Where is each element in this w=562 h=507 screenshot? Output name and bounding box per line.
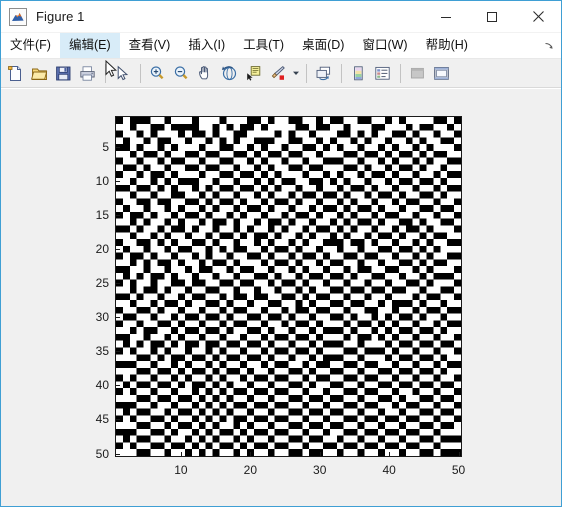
y-tick-label: 5 xyxy=(102,139,109,154)
random-binary-image xyxy=(116,117,461,456)
menu-edit[interactable]: 编辑(E) xyxy=(59,33,120,58)
x-tick-label: 30 xyxy=(313,463,327,477)
y-tick-label: 50 xyxy=(95,446,109,461)
save-figure-icon[interactable] xyxy=(52,62,75,85)
status-bar xyxy=(1,502,561,506)
y-tick-mark xyxy=(115,419,120,420)
toolbar-separator xyxy=(341,63,342,83)
y-tick-mark xyxy=(115,147,120,148)
brush-icon[interactable] xyxy=(266,62,289,85)
print-figure-icon[interactable] xyxy=(76,62,99,85)
rotate-3d-icon[interactable] xyxy=(218,62,241,85)
y-tick-label: 45 xyxy=(95,412,109,427)
colorbar-icon[interactable] xyxy=(347,62,370,85)
minimize-button[interactable] xyxy=(423,1,469,32)
new-figure-icon[interactable] xyxy=(4,62,27,85)
menu-bar: 文件(F) 编辑(E) 查看(V) 插入(I) 工具(T) 桌面(D) 窗口(W… xyxy=(1,33,561,59)
figure-canvas[interactable]: 5 10 15 20 25 30 35 40 45 50 10 20 30 40 50 xyxy=(1,88,561,506)
pan-icon[interactable] xyxy=(194,62,217,85)
y-tick-mark xyxy=(115,317,120,318)
y-tick-label: 30 xyxy=(95,310,109,325)
x-tick-mark xyxy=(181,452,182,457)
window-controls xyxy=(423,1,561,32)
toolbar-separator xyxy=(140,63,141,83)
y-tick-label: 20 xyxy=(95,241,109,256)
x-tick-label: 50 xyxy=(451,463,466,477)
y-tick-mark xyxy=(115,351,120,352)
y-tick-label: 15 xyxy=(95,207,109,222)
figure-palette-icon[interactable] xyxy=(430,62,453,85)
menu-overflow-arrow-icon[interactable] xyxy=(537,33,561,58)
plot-browser-icon[interactable] xyxy=(406,62,429,85)
legend-icon[interactable] xyxy=(371,62,394,85)
x-tick-mark xyxy=(459,452,460,457)
menu-desktop[interactable]: 桌面(D) xyxy=(293,33,353,58)
toolbar xyxy=(1,59,561,88)
x-tick-mark xyxy=(320,452,321,457)
maximize-button[interactable] xyxy=(469,1,515,32)
x-tick-mark xyxy=(389,452,390,457)
close-button[interactable] xyxy=(515,1,561,32)
y-tick-mark xyxy=(115,454,120,455)
y-tick-mark xyxy=(115,215,120,216)
menu-insert[interactable]: 插入(I) xyxy=(179,33,234,58)
y-tick-label: 10 xyxy=(95,173,109,188)
x-axis-tick-labels: 10 20 30 40 50 xyxy=(115,463,466,481)
data-cursor-icon[interactable] xyxy=(242,62,265,85)
zoom-out-icon[interactable] xyxy=(170,62,193,85)
x-tick-label: 20 xyxy=(243,463,258,477)
window-title: Figure 1 xyxy=(36,9,85,24)
brush-color-chevron-down-icon[interactable] xyxy=(290,62,301,85)
toolbar-separator xyxy=(400,63,401,83)
y-tick-label: 25 xyxy=(95,276,109,291)
y-tick-mark xyxy=(115,249,120,250)
menu-file[interactable]: 文件(F) xyxy=(1,33,60,58)
zoom-in-icon[interactable] xyxy=(146,62,169,85)
link-plot-icon[interactable] xyxy=(312,62,335,85)
y-tick-mark xyxy=(115,181,120,182)
menu-help[interactable]: 帮助(H) xyxy=(417,33,477,58)
matlab-figure-window: Figure 1 文件(F) 编辑(E) 查看(V) 插入(I) 工具(T) 桌… xyxy=(0,0,562,507)
x-tick-label: 10 xyxy=(174,463,188,477)
menu-tools[interactable]: 工具(T) xyxy=(234,33,293,58)
toolbar-separator xyxy=(306,63,307,83)
menu-window[interactable]: 窗口(W) xyxy=(353,33,416,58)
x-tick-label: 40 xyxy=(382,463,396,477)
y-tick-label: 35 xyxy=(95,344,109,359)
y-axis-tick-labels: 5 10 15 20 25 30 35 40 45 50 xyxy=(79,116,109,461)
title-bar: Figure 1 xyxy=(1,1,561,33)
toolbar-separator xyxy=(105,63,106,83)
y-tick-mark xyxy=(115,385,120,386)
y-tick-mark xyxy=(115,283,120,284)
pointer-arrow-icon[interactable] xyxy=(111,62,134,85)
matlab-membrane-icon xyxy=(9,7,27,26)
axes-image-plot[interactable] xyxy=(115,116,462,457)
open-file-icon[interactable] xyxy=(28,62,51,85)
menu-view[interactable]: 查看(V) xyxy=(120,33,180,58)
x-tick-mark xyxy=(250,452,251,457)
y-tick-label: 40 xyxy=(95,378,109,393)
